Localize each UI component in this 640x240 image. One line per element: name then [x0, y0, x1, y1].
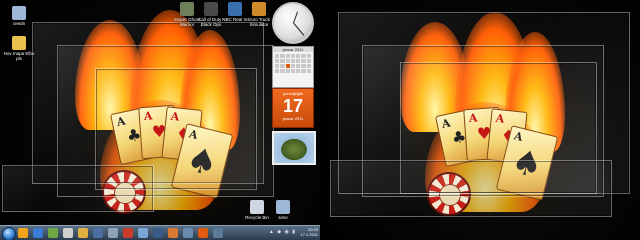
left-monitor-desktop: A♣ A♥ A♦ A♠ ceedn Nov mapa Elho pls Snip…	[0, 0, 320, 240]
taskbar-app-button[interactable]	[63, 228, 73, 238]
file-icon	[276, 200, 290, 214]
system-tray-icons[interactable]: ▲ ◆ ◉ ▮	[269, 229, 296, 235]
clock-hour-hand	[293, 11, 299, 24]
folder-icon	[12, 36, 26, 50]
taskbar-app-button[interactable]	[93, 228, 103, 238]
game-icon	[252, 2, 266, 16]
calendar-gadget[interactable]: januar 2011	[272, 46, 314, 88]
taskbar-app-button[interactable]	[78, 228, 88, 238]
desktop-icon-folder[interactable]: ceedn	[2, 6, 36, 26]
taskbar-app-button[interactable]	[33, 228, 43, 238]
taskbar-date: 17.1.2011	[300, 232, 319, 237]
glass-window-frame	[330, 160, 612, 217]
game-icon	[228, 2, 242, 16]
taskbar-clock[interactable]: 20:29 17.1.2011	[301, 227, 319, 239]
date-day: 17	[282, 96, 304, 116]
taskbar-app-button[interactable]	[168, 228, 178, 238]
folder-icon	[12, 6, 26, 20]
photo-slideshow-gadget[interactable]	[272, 131, 316, 165]
taskbar-app-button[interactable]	[153, 228, 163, 238]
taskbar-app-button[interactable]	[138, 228, 148, 238]
clock-minute-hand	[293, 22, 305, 36]
desktop-icon-file[interactable]: sime	[266, 200, 300, 220]
glass-window-frame	[2, 165, 154, 212]
game-icon	[180, 2, 194, 16]
clock-gadget[interactable]	[272, 2, 314, 44]
taskbar-app-button[interactable]	[213, 228, 223, 238]
start-button[interactable]	[2, 227, 16, 240]
right-monitor-desktop: A♣ A♥ A♦ A♠	[330, 0, 640, 240]
calendar-grid	[273, 52, 313, 75]
desktop-icon-folder[interactable]: Nov mapa Elho pls	[2, 36, 36, 61]
date-month: januar 2011	[282, 116, 304, 121]
game-icon	[204, 2, 218, 16]
desktop-icon-game[interactable]: Euro Truck Simulator	[242, 2, 276, 27]
taskbar-app-button[interactable]	[183, 228, 193, 238]
taskbar-app-button[interactable]	[198, 228, 208, 238]
recycle-bin-icon	[250, 200, 264, 214]
monitor-gap	[320, 0, 330, 240]
taskbar: ▲ ◆ ◉ ▮ 20:29 17.1.2011	[0, 225, 320, 240]
taskbar-app-button[interactable]	[108, 228, 118, 238]
taskbar-app-button[interactable]	[123, 228, 133, 238]
taskbar-app-button[interactable]	[48, 228, 58, 238]
taskbar-app-button[interactable]	[18, 228, 28, 238]
date-gadget[interactable]: ponedjeljak 17 januar 2011	[272, 88, 314, 128]
